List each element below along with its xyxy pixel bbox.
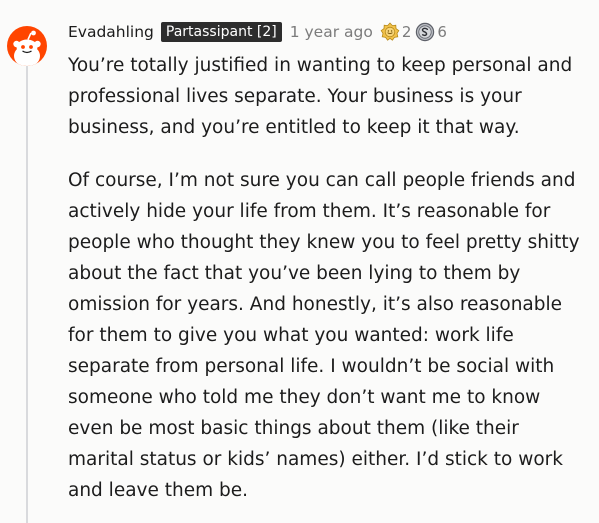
comment-header: Evadahling Partassipant [2] 1 year ago 2… [68,20,451,44]
reddit-snoo-icon [13,30,41,66]
award-gold[interactable]: 2 [380,22,412,42]
comment-paragraph: Of course, I’m not sure you can call peo… [68,170,580,501]
username-link[interactable]: Evadahling [68,23,154,41]
silver-coin-icon [416,22,435,42]
award-silver-count: 6 [437,23,447,41]
avatar[interactable] [7,26,47,66]
comment-body: You’re totally justified in wanting to k… [68,50,588,506]
award-gold-count: 2 [401,23,412,41]
comment-paragraph: You’re totally justified in wanting to k… [68,55,573,138]
thread-collapse-line[interactable] [26,66,28,523]
award-silver[interactable]: 6 [415,22,447,42]
timestamp-link[interactable]: 1 year ago [290,23,373,41]
gold-badge-icon [380,22,400,41]
user-flair: Partassipant [2] [160,22,282,42]
